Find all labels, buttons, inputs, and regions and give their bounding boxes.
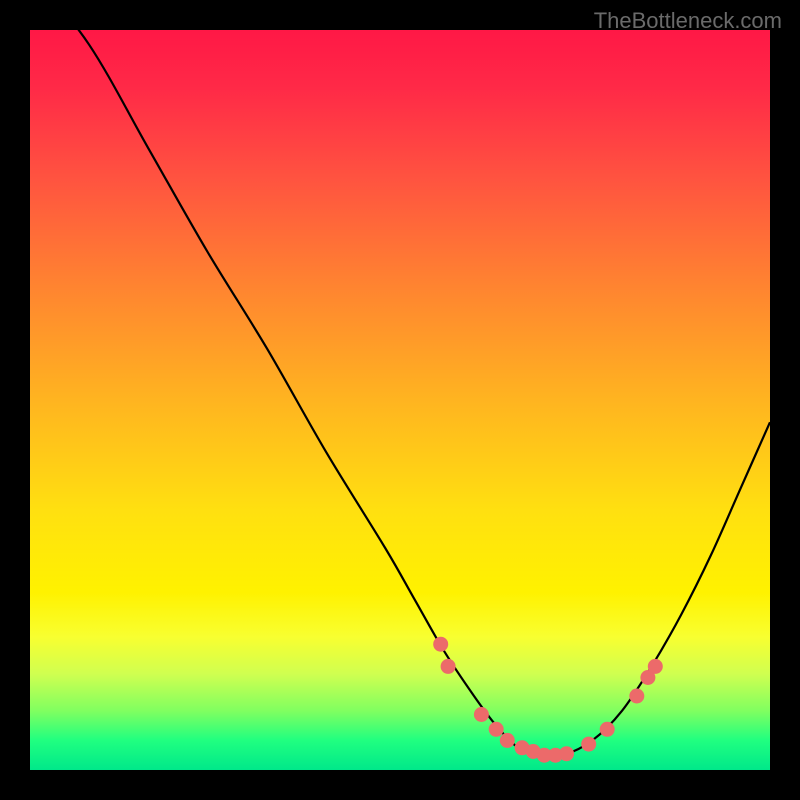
marker-point xyxy=(648,659,663,674)
curve-markers xyxy=(433,637,663,763)
bottleneck-curve xyxy=(30,30,770,757)
marker-point xyxy=(474,707,489,722)
marker-point xyxy=(433,637,448,652)
marker-point xyxy=(489,722,504,737)
marker-point xyxy=(629,689,644,704)
chart-svg-layer xyxy=(30,30,770,770)
marker-point xyxy=(600,722,615,737)
watermark-text: TheBottleneck.com xyxy=(594,8,782,34)
marker-point xyxy=(581,737,596,752)
marker-point xyxy=(500,733,515,748)
marker-point xyxy=(441,659,456,674)
marker-point xyxy=(559,746,574,761)
chart-plot-area xyxy=(30,30,770,770)
